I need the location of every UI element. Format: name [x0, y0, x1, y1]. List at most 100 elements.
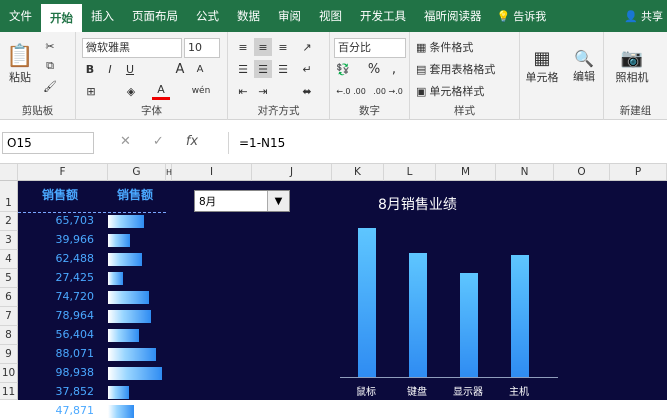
- column-header-g[interactable]: G: [108, 164, 166, 181]
- menu-page-layout[interactable]: 页面布局: [123, 0, 187, 32]
- align-middle-button[interactable]: ≡: [254, 38, 272, 56]
- row-header-4[interactable]: 4: [0, 250, 18, 269]
- row-header-8[interactable]: 8: [0, 326, 18, 345]
- sales-value[interactable]: 27,425: [42, 271, 95, 284]
- sales-value[interactable]: 47,871: [42, 404, 95, 417]
- row-header-5[interactable]: 5: [0, 269, 18, 288]
- menu-developer[interactable]: 开发工具: [351, 0, 415, 32]
- align-top-button[interactable]: ≡: [234, 38, 252, 56]
- wrap-text-button[interactable]: ↵: [298, 60, 316, 78]
- column-header-o[interactable]: O: [554, 164, 610, 181]
- column-header-k[interactable]: K: [332, 164, 384, 181]
- decrease-indent-button[interactable]: ⇤: [234, 82, 252, 100]
- align-bottom-button[interactable]: ≡: [274, 38, 292, 56]
- share-button[interactable]: 👤 共享: [620, 0, 667, 32]
- font-size-select[interactable]: 10: [184, 38, 220, 58]
- sales-value[interactable]: 98,938: [42, 366, 95, 379]
- cell-styles-button[interactable]: ▣ 单元格样式: [416, 82, 484, 100]
- menu-view[interactable]: 视图: [310, 0, 351, 32]
- sales-header-g[interactable]: 销售额: [117, 186, 153, 203]
- bold-button[interactable]: B: [82, 60, 98, 78]
- cancel-icon[interactable]: ✕: [120, 134, 131, 149]
- row-header-7[interactable]: 7: [0, 307, 18, 326]
- underline-button[interactable]: U: [122, 60, 138, 78]
- chart-bar-3[interactable]: [460, 273, 478, 377]
- comma-button[interactable]: ,: [386, 60, 402, 78]
- percent-button[interactable]: %: [366, 60, 382, 78]
- row-header-9[interactable]: 9: [0, 345, 18, 364]
- format-painter-button[interactable]: 🖌: [42, 78, 58, 94]
- sales-value[interactable]: 65,703: [42, 214, 95, 227]
- name-box[interactable]: O15: [2, 132, 94, 154]
- fill-color-button[interactable]: ◈: [122, 82, 140, 100]
- cells-button[interactable]: ▦ 单元格: [522, 38, 562, 94]
- row-header-3[interactable]: 3: [0, 231, 18, 250]
- cut-button[interactable]: ✂: [42, 38, 58, 54]
- sales-value[interactable]: 56,404: [42, 328, 95, 341]
- font-name-select[interactable]: 微软雅黑: [82, 38, 182, 58]
- font-color-button[interactable]: A: [152, 82, 170, 100]
- sales-value[interactable]: 62,488: [42, 252, 95, 265]
- column-header-j[interactable]: J: [252, 164, 332, 181]
- number-format-select[interactable]: 百分比: [334, 38, 406, 58]
- conditional-format-button[interactable]: ▦ 条件格式: [416, 38, 473, 56]
- sales-value[interactable]: 78,964: [42, 309, 95, 322]
- column-header-p[interactable]: P: [610, 164, 667, 181]
- paste-button[interactable]: 📋 粘贴: [4, 38, 36, 90]
- sales-value[interactable]: 74,720: [42, 290, 95, 303]
- chart-bar-4[interactable]: [511, 255, 529, 377]
- increase-indent-button[interactable]: ⇥: [254, 82, 272, 100]
- sheet-area[interactable]: 销售额 销售额 65,703 39,966 62,488 27,425 74,7…: [18, 181, 667, 418]
- sales-header-f[interactable]: 销售额: [42, 186, 78, 203]
- currency-button[interactable]: 💱: [334, 60, 352, 78]
- x-label-mouse: 鼠标: [356, 387, 376, 398]
- align-center-button[interactable]: ☰: [254, 60, 272, 78]
- month-dropdown[interactable]: 8月 ▼: [194, 190, 290, 212]
- dropdown-arrow-icon[interactable]: ▼: [267, 191, 289, 211]
- copy-button[interactable]: ⧉: [42, 58, 58, 74]
- row-header-6[interactable]: 6: [0, 288, 18, 307]
- orientation-button[interactable]: ↗: [298, 38, 316, 56]
- column-header-n[interactable]: N: [496, 164, 554, 181]
- column-header-m[interactable]: M: [436, 164, 496, 181]
- grow-font-button[interactable]: A: [172, 60, 188, 78]
- menu-data[interactable]: 数据: [228, 0, 269, 32]
- column-header-l[interactable]: L: [384, 164, 436, 181]
- italic-button[interactable]: I: [102, 60, 118, 78]
- enter-icon[interactable]: ✓: [153, 134, 164, 149]
- select-all[interactable]: [0, 164, 18, 181]
- column-header-f[interactable]: F: [18, 164, 108, 181]
- camera-button[interactable]: 📷 照相机: [610, 38, 654, 94]
- border-button[interactable]: ⊞: [82, 82, 100, 100]
- sales-value[interactable]: 88,071: [42, 347, 95, 360]
- menu-formulas[interactable]: 公式: [187, 0, 228, 32]
- editing-button[interactable]: 🔍 编辑: [566, 38, 602, 94]
- align-left-button[interactable]: ☰: [234, 60, 252, 78]
- chart-bar-2[interactable]: [409, 253, 427, 377]
- column-header-i[interactable]: I: [172, 164, 252, 181]
- menu-insert[interactable]: 插入: [82, 0, 123, 32]
- phonetic-button[interactable]: wén: [186, 82, 216, 100]
- shrink-font-button[interactable]: A: [192, 60, 208, 78]
- menu-foxit[interactable]: 福昕阅读器: [415, 0, 491, 32]
- sales-value[interactable]: 39,966: [42, 233, 95, 246]
- decrease-decimal-button[interactable]: .00 →.0: [370, 82, 406, 100]
- row-header-1[interactable]: 1: [0, 181, 18, 212]
- align-right-button[interactable]: ☰: [274, 60, 292, 78]
- menu-file[interactable]: 文件: [0, 0, 41, 32]
- sales-value[interactable]: 37,852: [42, 385, 95, 398]
- tell-me[interactable]: 💡 告诉我: [497, 8, 547, 24]
- chart-bar-1[interactable]: [358, 228, 376, 377]
- fx-icon[interactable]: fx: [186, 134, 198, 149]
- merge-button[interactable]: ⬌: [298, 82, 316, 100]
- row-header-11[interactable]: 11: [0, 383, 18, 400]
- month-dropdown-value: 8月: [199, 196, 217, 208]
- row-header-10[interactable]: 10: [0, 364, 18, 383]
- formula-input[interactable]: =1-N15: [228, 132, 667, 154]
- menu-review[interactable]: 审阅: [269, 0, 310, 32]
- increase-decimal-button[interactable]: ←.0 .00: [334, 82, 368, 100]
- menu-home[interactable]: 开始: [41, 4, 82, 32]
- format-table-button[interactable]: ▤ 套用表格格式: [416, 60, 495, 78]
- row-header-2[interactable]: 2: [0, 212, 18, 231]
- number-label: 数字: [359, 105, 380, 117]
